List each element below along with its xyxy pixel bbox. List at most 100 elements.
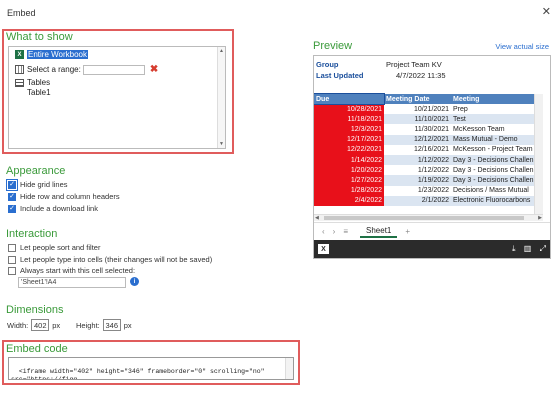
view-actual-size-link[interactable]: View actual size [495, 42, 549, 51]
scroll-up-icon[interactable]: ▲ [219, 48, 224, 54]
what-to-show-list[interactable]: X Entire Workbook Select a range: ✖ Tabl… [8, 46, 226, 149]
add-sheet-icon[interactable]: + [405, 227, 410, 236]
table-cell[interactable]: McKesson - Project Team [451, 144, 541, 155]
download-link-label: Include a download link [20, 204, 98, 213]
select-range-item[interactable]: Select a range: ✖ [15, 64, 158, 75]
table1-item[interactable]: Table1 [27, 88, 51, 97]
table-cell[interactable]: McKesson Team [451, 124, 541, 135]
list-scrollbar[interactable]: ▲ ▼ [217, 47, 225, 148]
table-cell[interactable]: 12/16/2021 [384, 144, 451, 155]
table-cell[interactable]: 1/20/2022 [314, 165, 384, 176]
table-row: 1/27/2022 1/19/2022 Day 3 - Decisions Chal… [314, 175, 541, 186]
table-cell[interactable]: 2/1/2022 [384, 195, 451, 206]
table-cell[interactable]: Day 3 - Decisions Challen [451, 165, 541, 176]
embed-code-textarea[interactable]: <iframe width="402" height="346" framebo… [8, 357, 294, 380]
checkbox-icon[interactable] [8, 266, 16, 275]
grid-view-icon[interactable]: ▥ [524, 244, 532, 253]
table-cell[interactable]: 12/22/2021 [314, 144, 384, 155]
entire-workbook-label: Entire Workbook [27, 50, 88, 59]
checkbox-icon[interactable] [8, 243, 16, 252]
table-cell[interactable]: Decisions / Mass Mutual [451, 185, 541, 196]
group-value: Project Team KV [386, 60, 442, 69]
table-cell[interactable]: Electronic Fluorocarbons [451, 195, 541, 206]
table-cell[interactable]: Day 3 - Decisions Challen [451, 154, 541, 166]
group-row: Group Project Team KV [316, 60, 442, 69]
table-cell[interactable]: Day 3 - Decisions Challen [451, 175, 541, 186]
start-cell-input[interactable]: 'Sheet1'!A4 [18, 277, 126, 288]
tables-group[interactable]: Tables [15, 78, 50, 87]
code-scrollbar[interactable] [285, 358, 293, 379]
column-header-meeting-date[interactable]: Meeting Date [384, 94, 451, 104]
table-icon [15, 78, 24, 87]
sort-filter-checkbox[interactable]: Let people sort and filter [8, 243, 100, 252]
scroll-down-icon[interactable]: ▼ [219, 141, 224, 147]
download-icon[interactable]: ⤓ [512, 244, 516, 253]
scroll-left-icon[interactable]: ◀ [315, 215, 319, 221]
table-cell[interactable]: 10/21/2021 [384, 104, 451, 115]
group-label: Group [316, 60, 339, 69]
embed-code-heading: Embed code [6, 343, 68, 355]
sheet-tabs-bar: ‹ › ≡ Sheet1 + [314, 222, 550, 240]
vertical-scrollbar[interactable] [534, 94, 543, 214]
what-to-show-heading: What to show [6, 31, 73, 43]
prev-sheet-icon[interactable]: ‹ [322, 227, 325, 236]
worksheet[interactable]: Group Project Team KV Last Updated 4/7/2… [314, 56, 543, 214]
embed-code-text: <iframe width="402" height="346" framebo… [11, 368, 265, 380]
table-cell[interactable]: 1/23/2022 [384, 185, 451, 196]
tables-label: Tables [27, 78, 51, 87]
table1-label: Table1 [27, 88, 51, 97]
table-cell[interactable]: Prep [451, 104, 541, 115]
width-input[interactable]: 402 [31, 319, 50, 331]
close-icon[interactable]: ✕ [542, 5, 551, 18]
table-row: 12/17/2021 12/12/2021 Mass Mutual - Demo [314, 134, 541, 145]
table-cell[interactable]: Mass Mutual - Demo [451, 134, 541, 145]
table-row: 1/14/2022 1/12/2022 Day 3 - Decisions Chal… [314, 154, 541, 166]
table-row: 2/4/2022 2/1/2022 Electronic Fluorocarbons [314, 195, 541, 206]
status-bar: X ⤓ ▥ ⤢ [314, 240, 550, 258]
table-cell[interactable]: 2/4/2022 [314, 195, 384, 206]
scroll-thumb[interactable] [324, 216, 524, 220]
select-range-label: Select a range: [27, 65, 81, 74]
table-cell[interactable]: 11/30/2021 [384, 124, 451, 135]
download-link-checkbox[interactable]: ✓ Include a download link [8, 204, 98, 213]
table-cell[interactable]: 11/10/2021 [384, 114, 451, 125]
checkbox-checked-icon[interactable]: ✓ [8, 192, 16, 201]
fullscreen-icon[interactable]: ⤢ [540, 244, 546, 253]
table-cell[interactable]: 12/3/2021 [314, 124, 384, 135]
checkbox-checked-icon[interactable]: ✓ [6, 178, 18, 191]
table-cell[interactable]: 1/27/2022 [314, 175, 384, 186]
checkbox-checked-icon[interactable]: ✓ [8, 204, 16, 213]
range-input[interactable] [82, 64, 145, 75]
next-sheet-icon[interactable]: › [333, 227, 336, 236]
clear-range-icon[interactable]: ✖ [150, 64, 158, 75]
horizontal-scrollbar[interactable]: ◀ ▶ [314, 214, 543, 221]
height-label: Height: [76, 320, 100, 330]
table-cell[interactable]: 12/12/2021 [384, 134, 451, 145]
start-cell-checkbox[interactable]: Always start with this cell selected: [8, 266, 135, 275]
excel-logo-icon[interactable]: X [318, 244, 329, 254]
hide-headers-checkbox[interactable]: ✓ Hide row and column headers [8, 192, 120, 201]
table-cell[interactable]: 1/28/2022 [314, 185, 384, 196]
column-header-meeting[interactable]: Meeting [451, 94, 541, 104]
table-cell[interactable]: 1/12/2022 [384, 154, 451, 166]
column-header-due[interactable]: Due [314, 93, 385, 105]
width-label: Width: [7, 320, 29, 330]
checkbox-icon[interactable] [8, 255, 16, 264]
table-cell[interactable]: 1/19/2022 [384, 175, 451, 186]
width-group: Width: 402 px [7, 319, 60, 331]
type-cells-checkbox[interactable]: Let people type into cells (their change… [8, 255, 212, 264]
table-cell[interactable]: 1/12/2022 [384, 165, 451, 176]
type-cells-label: Let people type into cells (their change… [20, 255, 213, 264]
scroll-right-icon[interactable]: ▶ [538, 215, 542, 221]
height-input[interactable]: 346 [102, 319, 121, 331]
entire-workbook-item[interactable]: X Entire Workbook [15, 50, 88, 59]
hide-gridlines-checkbox[interactable]: ✓ Hide grid lines [6, 178, 68, 191]
info-icon[interactable]: i [130, 277, 139, 286]
table-cell[interactable]: 11/18/2021 [314, 114, 384, 125]
table-cell[interactable]: Test [451, 114, 541, 125]
table-cell[interactable]: 10/28/2021 [314, 104, 384, 115]
sheet-tab[interactable]: Sheet1 [360, 225, 398, 238]
sheet-list-icon[interactable]: ≡ [343, 227, 348, 236]
table-cell[interactable]: 1/14/2022 [314, 154, 384, 166]
table-cell[interactable]: 12/17/2021 [314, 134, 384, 145]
